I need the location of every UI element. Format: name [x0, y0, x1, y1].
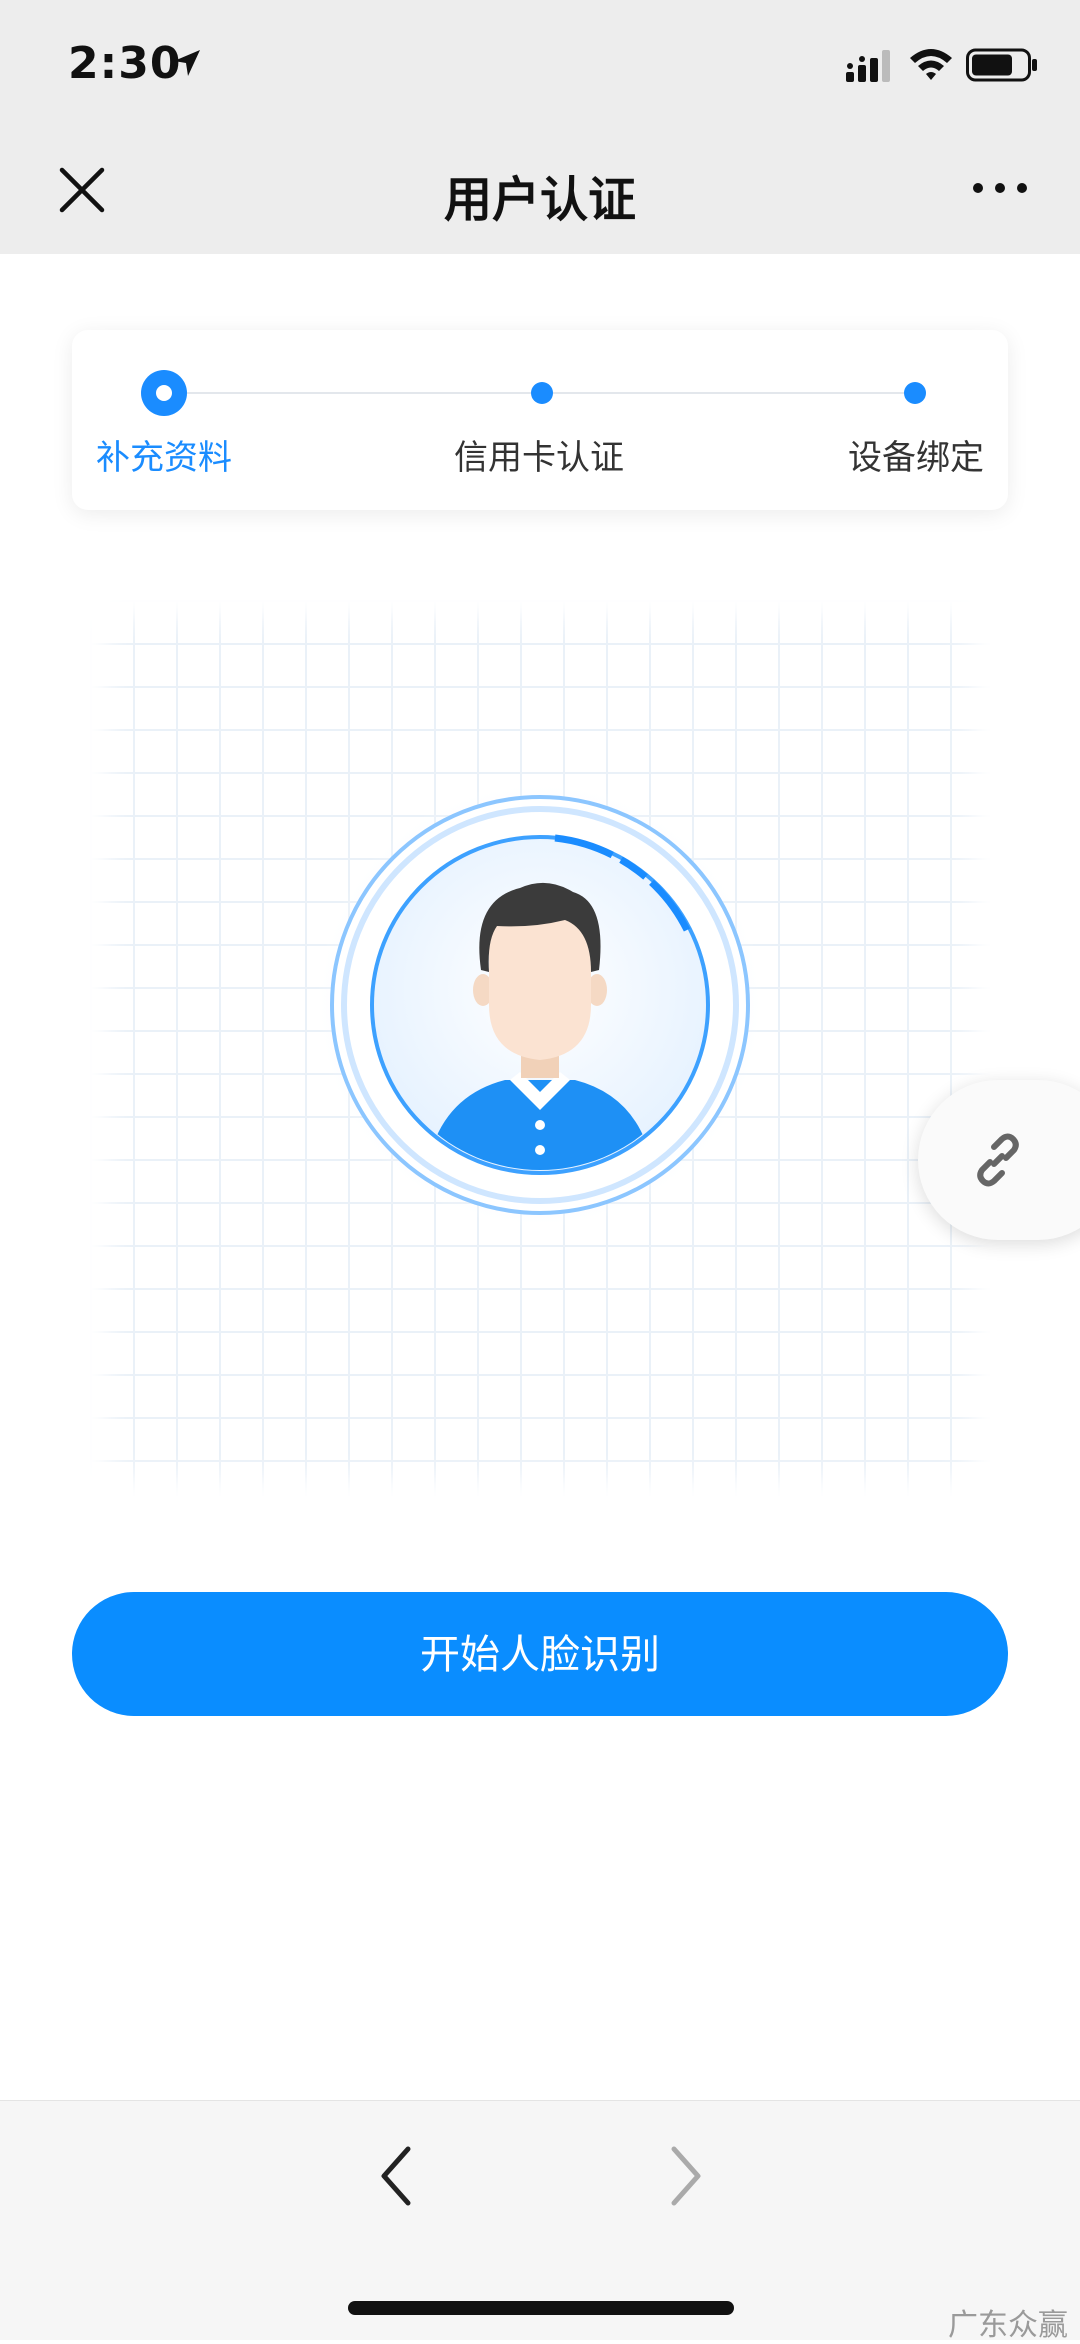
step-label-1: 补充资料: [96, 438, 232, 478]
status-time: 2:30: [68, 38, 182, 89]
chevron-left-icon[interactable]: [376, 2143, 416, 2209]
wifi-icon: [910, 49, 952, 80]
chevron-right-icon[interactable]: [666, 2143, 706, 2209]
step-label-2: 信用卡认证: [454, 438, 624, 478]
step-dot-3: [904, 382, 926, 404]
cellular-signal-icon: [846, 50, 890, 82]
bottom-toolbar: [0, 2100, 1080, 2340]
location-arrow-icon: [174, 50, 200, 76]
link-icon: [977, 1133, 1019, 1187]
face-capture-area: [90, 600, 990, 1496]
battery-icon: [966, 48, 1037, 82]
page-title: 用户认证: [443, 172, 636, 228]
step-dot-1: [141, 370, 187, 416]
watermark: 广东众赢: [948, 2308, 1068, 2343]
more-icon[interactable]: [970, 176, 1030, 200]
step-label-3: 设备绑定: [848, 438, 984, 478]
steps-progress: 补充资料 信用卡认证 设备绑定: [72, 330, 1008, 510]
status-bar: 2:30: [0, 0, 1080, 130]
link-floating-button[interactable]: [918, 1080, 1080, 1240]
start-face-recognition-button[interactable]: 开始人脸识别: [72, 1592, 1008, 1716]
nav-bar: 用户认证: [0, 130, 1080, 254]
step-dot-2: [531, 382, 553, 404]
face-avatar-icon: [316, 781, 764, 1229]
home-indicator[interactable]: [348, 2301, 734, 2315]
